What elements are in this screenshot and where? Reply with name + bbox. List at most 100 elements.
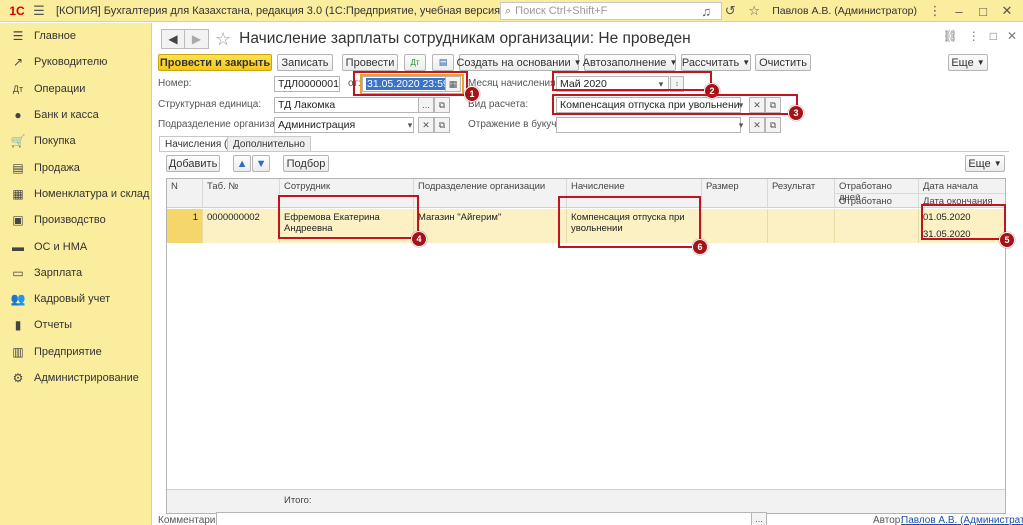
close-icon[interactable]: ✕ <box>1007 29 1017 43</box>
create-based-button[interactable]: Создать на основании ▼ <box>456 54 582 71</box>
open-icon[interactable]: ⧉ <box>434 97 450 113</box>
search-placeholder: Поиск Ctrl+Shift+F <box>515 5 608 17</box>
number-label: Номер: <box>158 78 192 89</box>
tab-additional[interactable]: Дополнительно <box>227 136 311 151</box>
minimize-icon[interactable]: – <box>947 0 971 22</box>
author-link[interactable]: Павлов А.В. (Администратор) <box>901 515 1023 525</box>
chevron-down-icon[interactable]: ▾ <box>402 117 418 133</box>
sidebar-item-operations[interactable]: Дт Операции <box>0 76 151 102</box>
sidebar-item-manager[interactable]: ↗ Руководителю <box>0 49 151 75</box>
select-ellipsis-icon[interactable]: ... <box>418 97 434 113</box>
report-icon: ▮ <box>14 318 22 333</box>
user-name[interactable]: Павлов А.В. (Администратор) <box>772 5 917 17</box>
move-up-icon[interactable]: ▲ <box>233 155 251 172</box>
cell-amount[interactable] <box>702 209 768 243</box>
back-button[interactable]: ◀ <box>161 29 185 49</box>
department-field[interactable]: Администрация <box>274 117 414 133</box>
annotation-marker-5: 5 <box>999 232 1015 248</box>
journal-icon[interactable]: Дт <box>404 54 426 71</box>
sidebar-item-purchase[interactable]: 🛒 Покупка <box>0 128 151 154</box>
more-button[interactable]: Еще ▼ <box>948 54 988 71</box>
sidebar-item-label: Отчеты <box>34 319 73 332</box>
maximize-icon[interactable]: □ <box>990 29 997 43</box>
menu-icon[interactable]: ☰ <box>28 0 50 22</box>
comment-field[interactable] <box>216 512 766 525</box>
sidebar-item-admin[interactable]: ⚙ Администрирование <box>0 365 151 391</box>
cell-result[interactable] <box>768 209 835 243</box>
history-icon[interactable]: ↺ <box>718 0 742 22</box>
move-down-icon[interactable]: ▼ <box>252 155 270 172</box>
caret-down-icon: ▼ <box>993 159 1002 168</box>
post-and-close-button[interactable]: Провести и закрыть <box>158 54 272 71</box>
sidebar-item-label: Администрирование <box>34 372 139 384</box>
sidebar-item-label: ОС и НМА <box>34 240 88 253</box>
sidebar-item-hr[interactable]: 👥 Кадровый учет <box>0 286 151 312</box>
table-more-button[interactable]: Еще ▼ <box>965 155 1005 172</box>
more-actions-icon[interactable]: ⋮ <box>968 29 980 43</box>
people-icon: 👥 <box>10 292 26 307</box>
annotation-marker-6: 6 <box>692 239 708 255</box>
calculate-label: Рассчитать <box>681 56 740 69</box>
forward-button[interactable]: ▶ <box>185 29 209 49</box>
open-icon[interactable]: ⧉ <box>765 117 781 133</box>
cell-department[interactable]: Магазин "Айгерим" <box>414 209 567 243</box>
column-header-result[interactable]: Результат <box>768 179 835 208</box>
caret-down-icon: ▼ <box>976 58 985 67</box>
author-label: Автор: <box>873 515 904 525</box>
cell-worked[interactable] <box>835 209 919 243</box>
annotation-box-3 <box>552 94 798 115</box>
bell-icon[interactable]: ♫ <box>694 0 718 22</box>
autofill-label: Автозаполнение <box>582 56 667 69</box>
sidebar-item-assets[interactable]: ▬ ОС и НМА <box>0 233 151 259</box>
sidebar-item-label: Главное <box>34 30 77 43</box>
sidebar-item-label: Производство <box>34 214 106 227</box>
column-header-amount[interactable]: Размер <box>702 179 768 208</box>
favorite-star-icon[interactable]: ☆ <box>215 29 231 50</box>
structural-unit-field[interactable]: ТД Лакомка <box>274 97 419 113</box>
sidebar-item-bank[interactable]: ● Банк и касса <box>0 102 151 128</box>
search-input[interactable]: ⌕ Поиск Ctrl+Shift+F <box>500 2 722 20</box>
link-icon[interactable]: ⛓ <box>942 29 957 43</box>
close-icon[interactable]: ✕ <box>995 0 1019 22</box>
clear-button[interactable]: Очистить <box>755 54 811 71</box>
select-button[interactable]: Подбор <box>283 155 329 172</box>
column-header-worked[interactable]: Отработано дней Отработано часов <box>835 179 919 218</box>
trend-icon: ↗ <box>12 55 24 70</box>
autofill-button[interactable]: Автозаполнение ▼ <box>582 54 677 71</box>
open-icon[interactable]: ⧉ <box>434 117 450 133</box>
sidebar-item-label: Руководителю <box>34 56 108 69</box>
settings-icon[interactable]: ⋮ <box>923 0 947 22</box>
sidebar-item-main[interactable]: ☰ Главное <box>0 23 151 49</box>
post-button[interactable]: Провести <box>342 54 398 71</box>
clear-icon[interactable]: ✕ <box>418 117 434 133</box>
column-header-department[interactable]: Подразделение организации <box>414 179 567 208</box>
gear-icon: ⚙ <box>12 371 24 385</box>
column-header-tab[interactable]: Таб. № <box>203 179 280 208</box>
table-footer: Итого: <box>167 489 1005 513</box>
cell-n[interactable]: 1 <box>167 209 203 243</box>
sidebar-item-nomenclature[interactable]: ▦ Номенклатура и склад <box>0 181 151 207</box>
column-header-n[interactable]: N <box>167 179 203 208</box>
sidebar-item-reports[interactable]: ▮ Отчеты <box>0 312 151 338</box>
sidebar-item-label: Продажа <box>34 161 80 174</box>
sidebar-item-label: Номенклатура и склад <box>34 187 150 200</box>
cell-tab[interactable]: 0000000002 <box>203 209 280 243</box>
app-logo: 1С <box>9 3 25 18</box>
maximize-icon[interactable]: □ <box>971 0 995 22</box>
column-header-start: Дата начала <box>923 181 979 192</box>
sidebar-item-production[interactable]: ▣ Производство <box>0 207 151 233</box>
tab-divider <box>159 151 1009 152</box>
sidebar-item-enterprise[interactable]: ▥ Предприятие <box>0 339 151 365</box>
chevron-down-icon[interactable]: ▾ <box>733 117 749 133</box>
save-button[interactable]: Записать <box>277 54 333 71</box>
sidebar-item-sales[interactable]: ▤ Продажа <box>0 154 151 180</box>
sidebar-item-salary[interactable]: ▭ Зарплата <box>0 260 151 286</box>
add-row-button[interactable]: Добавить <box>166 155 220 172</box>
number-field[interactable]: ТДЛ00000012 <box>274 76 340 92</box>
reflection-field[interactable] <box>556 117 741 133</box>
clear-icon[interactable]: ✕ <box>749 117 765 133</box>
select-ellipsis-icon[interactable]: ... <box>751 512 767 525</box>
report-icon[interactable]: ▤ <box>432 54 454 71</box>
star-icon[interactable]: ☆ <box>742 0 766 22</box>
calculate-button[interactable]: Рассчитать ▼ <box>681 54 751 71</box>
